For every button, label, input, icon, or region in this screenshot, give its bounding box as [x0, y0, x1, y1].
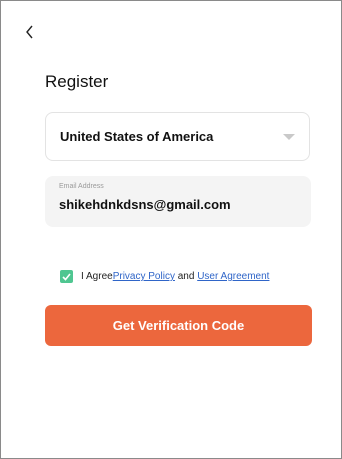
caret-down-icon — [283, 133, 295, 140]
agreement-connector: and — [174, 271, 198, 282]
privacy-policy-link[interactable]: Privacy Policy — [113, 271, 175, 282]
country-value: United States of America — [60, 129, 214, 144]
country-select[interactable]: United States of America — [45, 112, 310, 161]
checkmark-icon — [62, 272, 71, 281]
agreement-checkbox[interactable] — [60, 270, 73, 283]
email-label: Email Address — [59, 183, 104, 190]
get-verification-code-button[interactable]: Get Verification Code — [45, 305, 312, 346]
agreement-row: I Agree Privacy Policy and User Agreement — [60, 270, 269, 283]
register-screen: Register United States of America Email … — [0, 0, 342, 459]
back-button[interactable] — [21, 21, 37, 43]
email-value[interactable]: shikehdnkdsns@gmail.com — [59, 197, 297, 212]
chevron-left-icon — [25, 25, 33, 39]
email-field[interactable]: Email Address shikehdnkdsns@gmail.com — [45, 176, 311, 227]
page-title: Register — [45, 72, 109, 91]
user-agreement-link[interactable]: User Agreement — [197, 271, 269, 282]
agreement-prefix: I Agree — [81, 271, 113, 282]
